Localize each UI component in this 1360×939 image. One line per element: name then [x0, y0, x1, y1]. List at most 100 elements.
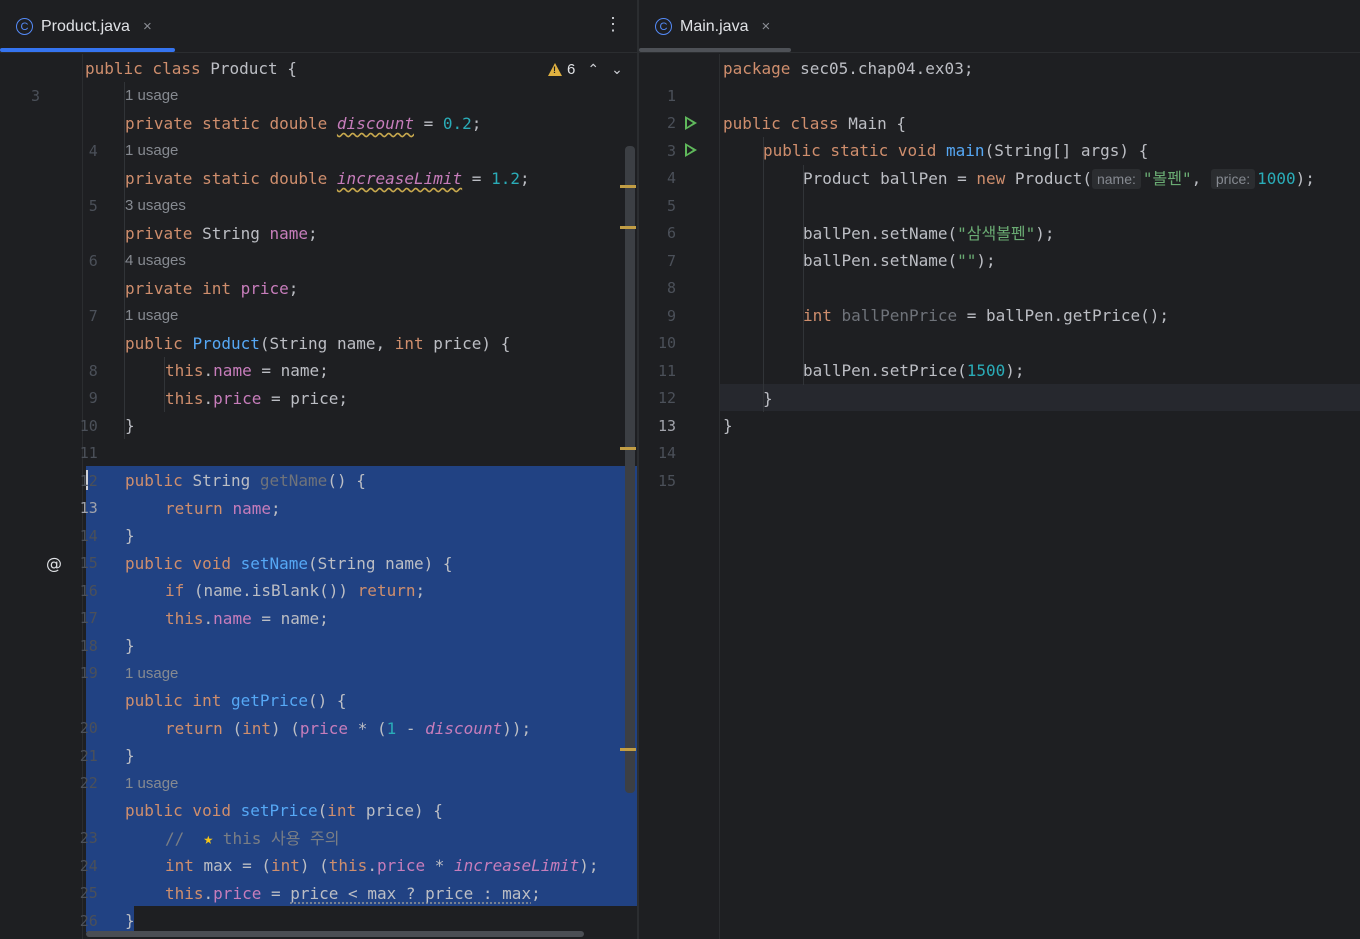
- usage-hint[interactable]: 1 usage: [125, 302, 178, 330]
- field: name: [269, 224, 309, 243]
- warning-marker[interactable]: [620, 447, 636, 450]
- punct: ) (: [270, 719, 300, 738]
- keyword: return: [165, 719, 233, 738]
- punct: );: [1035, 224, 1055, 243]
- field: price: [376, 856, 426, 875]
- code-text: max = (: [203, 856, 271, 875]
- type: String: [202, 224, 270, 243]
- warning-marker[interactable]: [620, 185, 636, 188]
- code-line: 6 private String name;: [0, 220, 637, 270]
- static-field: discount: [425, 719, 503, 738]
- main-java-editor-pane[interactable]: C Main.java × 1 package sec05.chap04.ex0…: [639, 0, 1360, 939]
- keyword: int: [327, 801, 366, 820]
- tab-label: Product.java: [41, 17, 130, 35]
- warning-marker[interactable]: [620, 748, 636, 751]
- keyword: return: [357, 581, 416, 600]
- static-field: discount: [336, 114, 414, 133]
- left-tab-bar: C Product.java × ⋮: [0, 0, 637, 53]
- close-tab-icon[interactable]: ×: [143, 18, 152, 35]
- more-options-icon[interactable]: ⋮: [604, 14, 622, 35]
- usage-hint-line: 1 usage: [0, 302, 637, 330]
- punct: ;: [531, 884, 541, 903]
- method-name: setPrice: [240, 801, 318, 820]
- operator: * (: [348, 719, 387, 738]
- keyword: public void: [125, 554, 241, 573]
- keyword: new: [976, 169, 1015, 188]
- usage-hint[interactable]: 1 usage: [125, 82, 178, 110]
- code-line: 7 private int price;: [0, 275, 637, 325]
- usage-hint[interactable]: 4 usages: [125, 247, 186, 275]
- class-name: Product {: [210, 59, 297, 78]
- number: 1: [386, 719, 397, 738]
- code-text: ballPen.setName(: [803, 224, 958, 243]
- run-icon[interactable]: [685, 143, 697, 157]
- keyword: int: [394, 334, 434, 353]
- warning-marker[interactable]: [620, 226, 636, 229]
- tab-main-java[interactable]: C Main.java ×: [655, 0, 770, 53]
- keyword: int: [270, 856, 300, 875]
- usage-hint-line: 1 usage: [0, 137, 637, 165]
- code-line: 3 public class Product {: [0, 55, 637, 105]
- keyword: this: [328, 856, 368, 875]
- code-text: Product ballPen =: [803, 169, 977, 188]
- code-line: 7 ballPen.setName("삼색볼펜");: [639, 220, 1360, 270]
- usage-hint[interactable]: 3 usages: [125, 192, 186, 220]
- code-editor[interactable]: 3 public class Product { 1 usage 4 priva…: [0, 54, 637, 939]
- implements-icon[interactable]: @: [46, 550, 62, 578]
- field: price: [213, 389, 262, 408]
- tab-label: Main.java: [680, 17, 749, 35]
- usage-hint[interactable]: 1 usage: [125, 137, 178, 165]
- keyword: int: [242, 719, 271, 738]
- keyword: public int: [125, 691, 231, 710]
- keyword: private int: [125, 279, 241, 298]
- code-line: 18 this.name = name;: [0, 605, 637, 655]
- close-tab-icon[interactable]: ×: [761, 18, 770, 35]
- keyword: this: [165, 609, 204, 628]
- params: (String name) {: [308, 554, 453, 573]
- code-line: 12: [0, 440, 637, 490]
- punct: .: [203, 361, 214, 380]
- string: "삼색볼펜": [957, 224, 1036, 243]
- code-text: = price;: [261, 389, 349, 408]
- vertical-scrollbar[interactable]: [625, 146, 635, 793]
- constructor: Product: [192, 334, 260, 353]
- code-editor[interactable]: 1 package sec05.chap04.ex03; 2 3 public …: [639, 54, 1360, 939]
- code-text: () {: [308, 691, 347, 710]
- active-tab-indicator: [0, 48, 175, 52]
- code-line: 22 }: [0, 742, 637, 792]
- code-text: = name;: [251, 609, 329, 628]
- keyword: int: [165, 856, 204, 875]
- static-field: increaseLimit: [454, 856, 580, 875]
- method-name: getPrice: [230, 691, 309, 710]
- params: price) {: [365, 801, 443, 820]
- code-line: 12 ballPen.setPrice(1500);: [639, 357, 1360, 407]
- usage-hint[interactable]: 1 usage: [125, 770, 178, 798]
- code-line: 8 public Product(String name, int price)…: [0, 330, 637, 380]
- run-icon[interactable]: [685, 116, 697, 130]
- code-line: 11: [639, 330, 1360, 380]
- product-java-editor-pane[interactable]: C Product.java × ⋮ ! 6 ⌃ ⌄ 3 public clas…: [0, 0, 637, 939]
- number: 1000: [1257, 169, 1296, 188]
- code-line: 26 this.price = price < max ? price : ma…: [0, 880, 637, 930]
- punct: ;: [288, 279, 299, 298]
- params: price) {: [433, 334, 511, 353]
- code-text: = ballPen.getPrice();: [957, 306, 1170, 325]
- brace: }: [125, 416, 135, 435]
- tab-product-java[interactable]: C Product.java ×: [16, 0, 152, 53]
- code-text: ballPen.setName(: [803, 251, 958, 270]
- usage-hint[interactable]: 1 usage: [125, 660, 178, 688]
- code-line: 9 this.name = name;: [0, 357, 637, 407]
- code-line: 1 package sec05.chap04.ex03;: [639, 55, 1360, 105]
- horizontal-scrollbar[interactable]: [86, 931, 584, 937]
- code-line: 6: [639, 192, 1360, 242]
- code-line: 24 // ★ this 사용 주의: [0, 825, 637, 875]
- usage-hint-line: 1 usage: [0, 660, 637, 688]
- warning-expression: price < max ? price : max: [290, 884, 532, 903]
- brace: }: [723, 416, 733, 435]
- operator: *: [425, 856, 455, 875]
- params: (String name,: [259, 334, 395, 353]
- number: 1500: [966, 361, 1006, 380]
- keyword: private: [125, 224, 203, 243]
- field: price: [299, 719, 349, 738]
- punct: (: [232, 719, 243, 738]
